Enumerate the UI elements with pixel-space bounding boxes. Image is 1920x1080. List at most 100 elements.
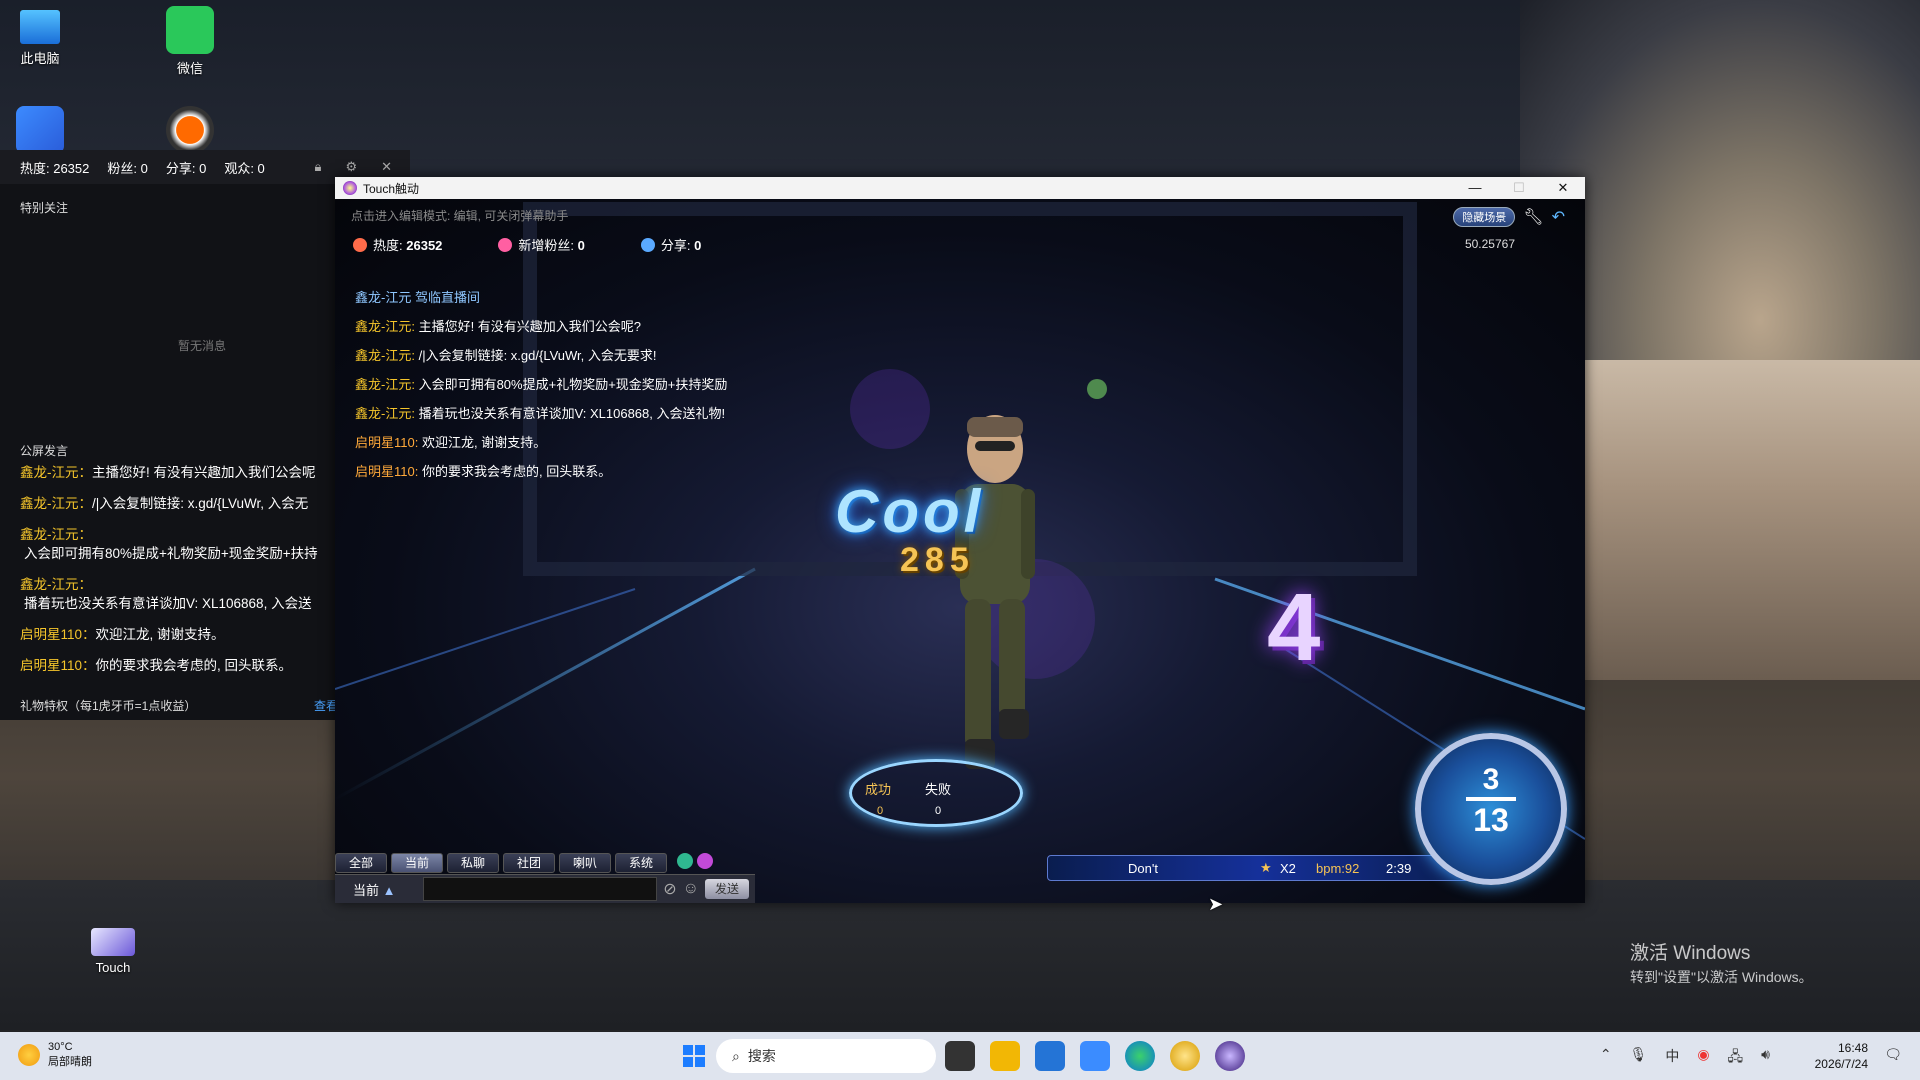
close-button[interactable]: ✕: [1541, 177, 1585, 199]
gift-privilege-text: 礼物特权（每1虎牙币=1点收益）: [20, 699, 197, 713]
sticker-icon[interactable]: [697, 853, 713, 869]
touch-taskbar-icon[interactable]: [1215, 1041, 1245, 1071]
taskbar-clock[interactable]: 16:48 2026/7/24: [1815, 1040, 1868, 1072]
mouse-cursor: ➤: [1208, 894, 1224, 914]
desktop-icon-this-pc[interactable]: 此电脑: [0, 10, 80, 67]
lock-icon[interactable]: 🔒︎: [315, 159, 322, 175]
tab-current[interactable]: 当前: [391, 853, 443, 873]
input-method-icon[interactable]: 中: [1665, 1046, 1679, 1070]
edge-icon[interactable]: [1125, 1041, 1155, 1071]
minimize-button[interactable]: —: [1453, 177, 1497, 199]
chat-line: 鑫龙-江元: 播着玩也没关系有意详谈加V: XL106868, 入会送礼物!: [355, 406, 726, 421]
desktop-icon-wechat[interactable]: 微信: [150, 6, 230, 77]
panel-chat-line: 鑫龙-江元：: [20, 577, 92, 592]
tab-club[interactable]: 社团: [503, 853, 555, 873]
desktop-icon-label: 此电脑: [20, 51, 60, 66]
emoji-icon[interactable]: [677, 853, 693, 869]
panel-chat-line: 入会即可拥有80%提成+礼物奖励+现金奖励+扶持: [24, 546, 318, 561]
bpm-text: bpm:92: [1316, 860, 1360, 876]
windows-logo-tile: [695, 1057, 705, 1067]
weather-widget[interactable]: 30°C 局部晴朗: [18, 1040, 92, 1070]
start-button[interactable]: [683, 1045, 705, 1067]
fail-label: 失败: [925, 782, 952, 797]
channel-select[interactable]: 当前 ▲: [335, 880, 423, 899]
windows-activation-watermark: 激活 Windows 转到"设置"以激活 Windows。: [1630, 938, 1813, 987]
windows-logo-tile: [683, 1057, 693, 1067]
success-count: 0: [877, 805, 884, 817]
wallpaper-beach: [1580, 360, 1920, 680]
window-titlebar[interactable]: Touch触动 — ☐ ✕: [335, 177, 1585, 199]
shares-stat: 分享: 0: [165, 160, 207, 176]
judgement-text: Cool: [835, 478, 985, 545]
panel-chat-line: 鑫龙-江元：/|入会复制链接: x.gd/{LVuWr, 入会无: [20, 496, 309, 511]
panel-chat-line: 鑫龙-江元：: [20, 527, 92, 542]
new-fans-stat: 新增粉丝: 0: [498, 235, 585, 254]
search-icon: ⌕: [732, 1047, 740, 1064]
weather-sun-icon: [18, 1044, 40, 1066]
caret-up-icon: ▲: [382, 882, 396, 898]
chat-line: 鑫龙-江元: /|入会复制链接: x.gd/{LVuWr, 入会无要求!: [355, 348, 657, 363]
game-chat-log: 鑫龙-江元 驾临直播间 鑫龙-江元: 主播您好! 有没有兴趣加入我们公会呢? 鑫…: [355, 283, 727, 486]
smiley-icon[interactable]: ☺: [683, 880, 699, 898]
maximize-button[interactable]: ☐: [1497, 177, 1541, 199]
weather-temp: 30°C: [48, 1041, 73, 1053]
progress-circle: 3 13: [1415, 733, 1567, 885]
network-icon[interactable]: 🖧︎: [1728, 1046, 1744, 1070]
song-status-bar: Don't ★ X2 bpm:92 2:39: [1047, 855, 1469, 881]
hide-scene-button[interactable]: 隐藏场景: [1453, 207, 1516, 227]
desktop-icon-touch[interactable]: Touch: [73, 928, 153, 975]
tab-private[interactable]: 私聊: [447, 853, 499, 873]
chevron-up-icon[interactable]: ⌃: [1600, 1046, 1612, 1070]
panel-chat-line: 启明星110：你的要求我会考虑的, 回头联系。: [20, 658, 293, 673]
chat-input[interactable]: [423, 877, 658, 901]
share-stat: 分享: 0: [640, 235, 701, 254]
record-icon: [166, 106, 214, 154]
chat-line: 启明星110: 欢迎江龙, 谢谢支持。: [355, 435, 547, 450]
microphone-icon[interactable]: 🎙︎: [1630, 1046, 1648, 1070]
tab-all[interactable]: 全部: [335, 853, 387, 873]
edit-mode-hint: 点击进入编辑模式: 编辑, 可关闭弹幕助手: [351, 209, 569, 223]
game-stage[interactable]: 点击进入编辑模式: 编辑, 可关闭弹幕助手 热度: 26352 新增粉丝: 0 …: [335, 199, 1585, 903]
app-m-icon: [16, 106, 64, 154]
app-m-taskbar-icon[interactable]: [1080, 1041, 1110, 1071]
monitor-icon: [20, 10, 60, 44]
volume-icon[interactable]: 🔊︎: [1761, 1046, 1770, 1070]
progress-current: 3: [1482, 763, 1500, 796]
notification-icon[interactable]: 🗨︎: [1884, 1046, 1902, 1063]
taskbar-search[interactable]: ⌕ 搜索: [716, 1039, 936, 1073]
close-icon[interactable]: ✕: [381, 159, 392, 175]
windows-logo-tile: [695, 1045, 705, 1055]
weather-desc: 局部晴朗: [48, 1056, 92, 1068]
public-chat-title: 公屏发言: [20, 444, 69, 458]
chat-input-bar: 当前 ▲ ⊘ ☺ 发送: [335, 874, 755, 903]
chat-line: 鑫龙-江元: 入会即可拥有80%提成+礼物奖励+现金奖励+扶持奖励: [355, 377, 728, 392]
progress-total: 13: [1473, 802, 1509, 838]
tab-system[interactable]: 系统: [615, 853, 667, 873]
heart-icon: [498, 238, 513, 252]
chrome-icon[interactable]: [1170, 1041, 1200, 1071]
panel-chat-line: 播着玩也没关系有意详谈加V: XL106868, 入会送: [24, 596, 312, 611]
app-logo-icon: [343, 181, 357, 195]
song-name: Don't: [1128, 860, 1158, 876]
settings-icon[interactable]: ⚙: [345, 159, 357, 175]
wechat-icon: [166, 6, 214, 54]
no-icon[interactable]: ⊘: [663, 879, 676, 899]
success-label: 成功: [865, 782, 892, 797]
store-icon[interactable]: [1035, 1041, 1065, 1071]
task-view-icon[interactable]: [945, 1041, 975, 1071]
file-explorer-icon[interactable]: [990, 1041, 1020, 1071]
chat-line: 鑫龙-江元: 主播您好! 有没有兴趣加入我们公会呢?: [355, 319, 642, 334]
taskbar: 30°C 局部晴朗 ⌕ 搜索 ⌃ 🎙︎ 中 ◉ 🖧︎ 🔊︎ 16:48 2026…: [0, 1032, 1920, 1080]
song-time: 2:39: [1386, 860, 1412, 876]
dancer-avatar: [955, 415, 1035, 769]
wrench-icon[interactable]: 🔧︎: [1523, 207, 1543, 227]
back-icon[interactable]: ↶: [1552, 207, 1565, 227]
fans-stat: 粉丝: 0: [107, 160, 148, 176]
chat-line: 启明星110: 你的要求我会考虑的, 回头联系。: [355, 464, 612, 479]
tab-horn[interactable]: 喇叭: [559, 853, 611, 873]
security-icon[interactable]: ◉: [1697, 1046, 1709, 1070]
send-button[interactable]: 发送: [705, 879, 749, 899]
viewers-stat: 观众: 0: [224, 160, 265, 176]
chat-tabs: 全部 当前 私聊 社团 喇叭 系统: [335, 853, 713, 873]
touch-app-icon: [91, 928, 135, 956]
